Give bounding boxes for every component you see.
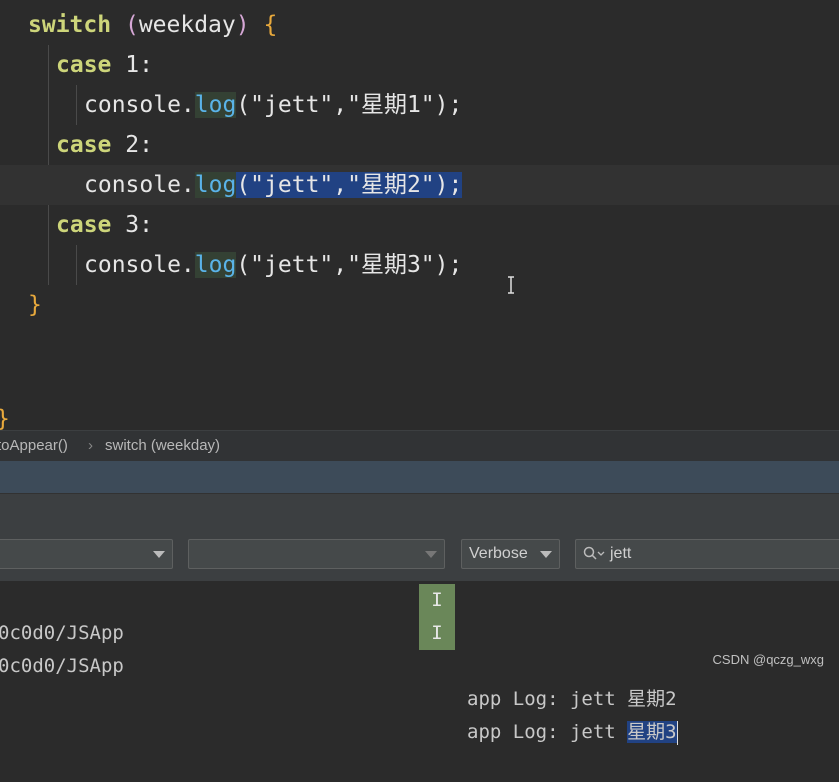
paren: ) bbox=[235, 12, 250, 38]
identifier: weekday bbox=[138, 12, 236, 38]
log-message: app Log: jett 星期3 bbox=[467, 720, 678, 745]
outer-brace: } bbox=[0, 404, 10, 430]
log-level-value: Verbose bbox=[469, 545, 528, 562]
chevron-down-icon bbox=[153, 551, 165, 558]
process-select[interactable] bbox=[188, 539, 445, 569]
code-line-1[interactable]: switch (weekday) { bbox=[0, 5, 839, 45]
chevron-down-icon bbox=[425, 551, 437, 558]
selected-text: 星期3 bbox=[627, 721, 677, 743]
code-line-8[interactable]: } bbox=[0, 285, 839, 325]
object-ref: console. bbox=[84, 172, 195, 198]
call-args: ("jett","星期1"); bbox=[236, 92, 463, 118]
case-value: 1: bbox=[125, 52, 153, 78]
device-select[interactable] bbox=[0, 539, 173, 569]
log-process: 0c0d0/JSApp bbox=[0, 655, 124, 677]
code-line-3[interactable]: console.log("jett","星期1"); bbox=[0, 85, 839, 125]
chevron-down-icon bbox=[540, 551, 552, 558]
logcat-filter-bar: Verbose jett bbox=[0, 526, 839, 581]
keyword: case bbox=[56, 52, 112, 78]
log-row[interactable]: 0c0d0/JSApp I app Log: jett 星期3 bbox=[0, 617, 839, 745]
log-row[interactable]: 0c0d0/JSApp I app Log: jett 星期2 bbox=[0, 584, 839, 710]
code-line-7[interactable]: console.log("jett","星期3"); bbox=[0, 245, 839, 285]
keyword: switch bbox=[28, 12, 112, 38]
breadcrumb-item-function[interactable]: toAppear() bbox=[0, 431, 68, 461]
object-ref: console. bbox=[84, 252, 195, 278]
call-args: ("jett","星期3"); bbox=[236, 252, 463, 278]
code-line-6[interactable]: case 3: bbox=[0, 205, 839, 245]
logcat-output[interactable]: 0c0d0/JSApp I app Log: jett 星期2 0c0d0/JS… bbox=[0, 581, 839, 745]
log-level-badge: I bbox=[419, 584, 455, 617]
code-editor[interactable]: switch (weekday) { case 1: console.log("… bbox=[0, 0, 839, 430]
selected-text: ("jett","星期2"); bbox=[236, 172, 463, 198]
tool-window-header bbox=[0, 461, 839, 493]
search-input[interactable]: jett bbox=[575, 539, 839, 569]
logcat-toolbar bbox=[0, 493, 839, 527]
case-value: 2: bbox=[125, 132, 153, 158]
function-name: log bbox=[194, 252, 237, 278]
breadcrumb-separator-icon: › bbox=[88, 437, 93, 454]
code-line-5[interactable]: console.log("jett","星期2"); bbox=[0, 165, 839, 205]
watermark: CSDN @qczg_wxg bbox=[712, 652, 824, 667]
function-name: log bbox=[194, 172, 237, 198]
search-icon[interactable] bbox=[583, 546, 605, 562]
log-message: app Log: jett 星期2 bbox=[467, 688, 677, 710]
brace: } bbox=[28, 292, 42, 318]
log-level-badge: I bbox=[419, 617, 455, 650]
text-cursor-icon bbox=[507, 276, 514, 294]
breadcrumb-item-switch[interactable]: switch (weekday) bbox=[105, 431, 220, 461]
text-caret bbox=[676, 720, 678, 745]
keyword: case bbox=[56, 212, 112, 238]
keyword: case bbox=[56, 132, 112, 158]
function-name: log bbox=[194, 92, 237, 118]
code-line-2[interactable]: case 1: bbox=[0, 45, 839, 85]
search-value: jett bbox=[610, 545, 632, 562]
breadcrumb: toAppear() › switch (weekday) bbox=[0, 430, 839, 461]
log-level-select[interactable]: Verbose bbox=[461, 539, 560, 569]
code-line-4[interactable]: case 2: bbox=[0, 125, 839, 165]
object-ref: console. bbox=[84, 92, 195, 118]
paren: ( bbox=[124, 12, 139, 38]
brace: { bbox=[263, 12, 278, 38]
log-message-value: 星期2 bbox=[627, 688, 677, 710]
case-value: 3: bbox=[125, 212, 153, 238]
